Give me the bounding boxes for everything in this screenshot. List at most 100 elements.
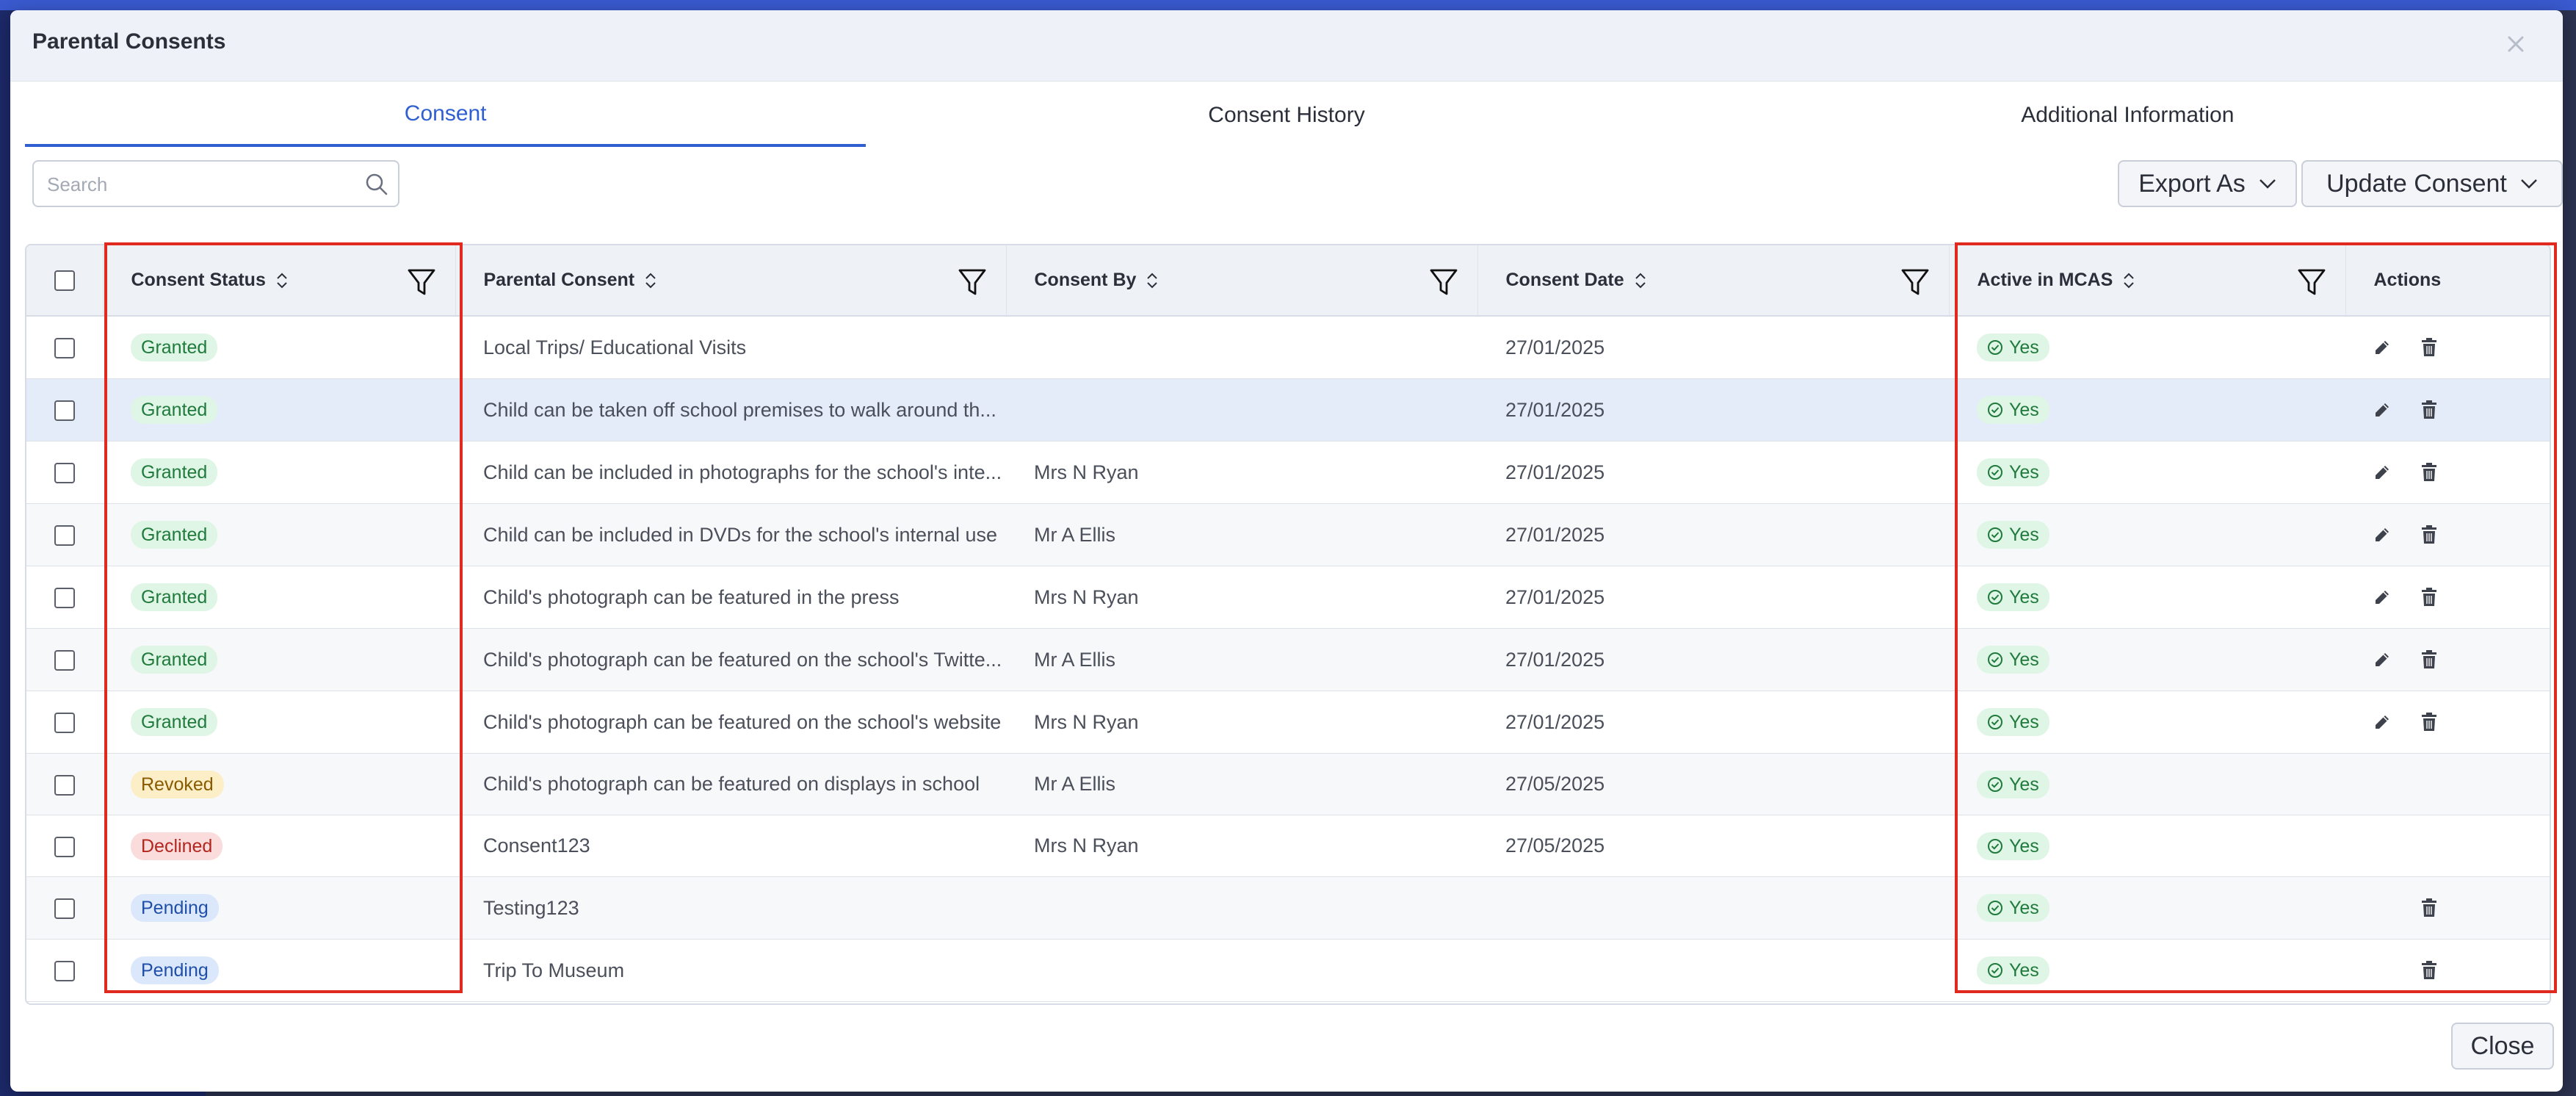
row-checkbox[interactable]: [54, 463, 75, 484]
actions-cell: [2345, 379, 2550, 441]
col-consent-date-label: Consent Date: [1505, 270, 1624, 290]
filter-icon[interactable]: [1900, 267, 1930, 297]
table-row[interactable]: Granted Child's photograph can be featur…: [26, 566, 2550, 629]
consent-date-cell: 27/01/2025: [1505, 461, 1605, 483]
select-all-checkbox[interactable]: [54, 270, 75, 292]
row-checkbox[interactable]: [54, 525, 75, 547]
status-cell: Granted: [103, 379, 455, 441]
tab-consent[interactable]: Consent: [25, 84, 866, 147]
col-consent-status-label: Consent Status: [131, 270, 266, 290]
active-badge: Yes: [1977, 583, 2049, 611]
actions-cell: [2345, 504, 2550, 566]
filter-icon[interactable]: [958, 267, 987, 297]
update-consent-button[interactable]: Update Consent: [2301, 160, 2563, 207]
row-checkbox[interactable]: [54, 774, 75, 796]
actions-cell: [2345, 815, 2550, 877]
row-checkbox[interactable]: [54, 898, 75, 920]
sort-icon[interactable]: [1633, 270, 1648, 291]
export-as-button[interactable]: Export As: [2118, 160, 2297, 207]
col-parental-consent-label: Parental Consent: [483, 270, 635, 290]
status-cell: Revoked: [103, 754, 455, 815]
row-checkbox[interactable]: [54, 713, 75, 734]
actions-cell: [2345, 441, 2550, 504]
col-actions: Actions: [2345, 245, 2550, 317]
check-circle-icon: [1988, 963, 2002, 978]
pencil-icon[interactable]: [2369, 334, 2395, 361]
consent-date-cell: 27/01/2025: [1505, 648, 1605, 671]
pencil-icon[interactable]: [2369, 646, 2395, 673]
trash-icon[interactable]: [2416, 957, 2442, 984]
consent-cell: Trip To Museum: [483, 959, 625, 981]
active-cell: Yes: [1949, 815, 2345, 877]
trash-icon[interactable]: [2416, 397, 2442, 423]
check-circle-icon: [1988, 527, 2002, 542]
consent-date-cell: 27/01/2025: [1505, 523, 1605, 546]
status-cell: Pending: [103, 940, 455, 1002]
row-checkbox[interactable]: [54, 836, 75, 857]
search-input[interactable]: [46, 167, 342, 201]
row-checkbox[interactable]: [54, 961, 75, 982]
tab-bar: Consent Consent History Additional Infor…: [25, 84, 2548, 147]
pencil-icon[interactable]: [2369, 522, 2395, 548]
table-row[interactable]: Granted Child can be included in DVDs fo…: [26, 503, 2550, 566]
filter-icon[interactable]: [2297, 267, 2326, 297]
table-row[interactable]: Pending Trip To Museum Yes: [26, 940, 2550, 1002]
consent-date-cell: 27/01/2025: [1505, 710, 1605, 733]
table-row[interactable]: Granted Child can be taken off school pr…: [26, 378, 2550, 441]
check-circle-icon: [1988, 340, 2002, 355]
close-icon[interactable]: [2495, 24, 2536, 65]
col-active-in-mcas: Active in MCAS: [1949, 245, 2346, 317]
col-active-in-mcas-label: Active in MCAS: [1977, 270, 2113, 290]
row-checkbox[interactable]: [54, 400, 75, 422]
row-checkbox[interactable]: [54, 588, 75, 609]
consent-by-cell: Mr A Ellis: [1034, 523, 1116, 546]
pencil-icon[interactable]: [2369, 397, 2395, 423]
filter-icon[interactable]: [1429, 267, 1458, 297]
table-row[interactable]: Pending Testing123 Yes: [26, 876, 2550, 940]
table-row[interactable]: Granted Local Trips/ Educational Visits …: [26, 316, 2550, 379]
pencil-icon[interactable]: [2369, 709, 2395, 735]
consent-date-cell: 27/01/2025: [1505, 398, 1605, 421]
consent-by-cell: Mrs N Ryan: [1034, 710, 1139, 733]
table-row[interactable]: Granted Child's photograph can be featur…: [26, 691, 2550, 754]
row-checkbox[interactable]: [54, 338, 75, 359]
consent-cell: Child's photograph can be featured on th…: [483, 710, 1002, 733]
trash-icon[interactable]: [2416, 459, 2442, 486]
tab-consent-history[interactable]: Consent History: [866, 84, 1707, 147]
active-badge: Yes: [1977, 646, 2049, 674]
sort-icon[interactable]: [643, 270, 658, 291]
close-button[interactable]: Close: [2451, 1023, 2554, 1070]
trash-icon[interactable]: [2416, 895, 2442, 921]
row-select-cell: [26, 691, 103, 754]
table-row[interactable]: Granted Child can be included in photogr…: [26, 441, 2550, 504]
pencil-icon[interactable]: [2369, 584, 2395, 610]
search-icon[interactable]: [364, 172, 389, 197]
pencil-icon[interactable]: [2369, 459, 2395, 486]
row-checkbox[interactable]: [54, 650, 75, 671]
actions-cell: [2345, 566, 2550, 629]
active-badge: Yes: [1977, 894, 2049, 922]
sort-icon[interactable]: [2121, 270, 2136, 291]
col-parental-consent: Parental Consent: [455, 245, 1007, 317]
table-row[interactable]: Granted Child's photograph can be featur…: [26, 628, 2550, 691]
sort-icon[interactable]: [275, 270, 289, 291]
update-consent-label: Update Consent: [2326, 169, 2507, 198]
status-cell: Granted: [103, 316, 455, 379]
status-badge: Granted: [131, 708, 218, 736]
check-circle-icon: [1988, 590, 2002, 605]
trash-icon[interactable]: [2416, 646, 2442, 673]
dialog-header: Parental Consents: [10, 10, 2563, 82]
filter-icon[interactable]: [407, 267, 436, 297]
table-row[interactable]: Revoked Child's photograph can be featur…: [26, 753, 2550, 815]
check-circle-icon: [1988, 465, 2002, 480]
trash-icon[interactable]: [2416, 522, 2442, 548]
row-select-cell: [26, 441, 103, 504]
trash-icon[interactable]: [2416, 334, 2442, 361]
trash-icon[interactable]: [2416, 584, 2442, 610]
consent-by-cell: [1006, 379, 1477, 441]
active-label: Yes: [2009, 835, 2039, 857]
sort-icon[interactable]: [1145, 270, 1159, 291]
tab-additional-information[interactable]: Additional Information: [1707, 84, 2548, 147]
table-row[interactable]: Declined Consent123 Mrs N Ryan 27/05/202…: [26, 815, 2550, 877]
trash-icon[interactable]: [2416, 709, 2442, 735]
